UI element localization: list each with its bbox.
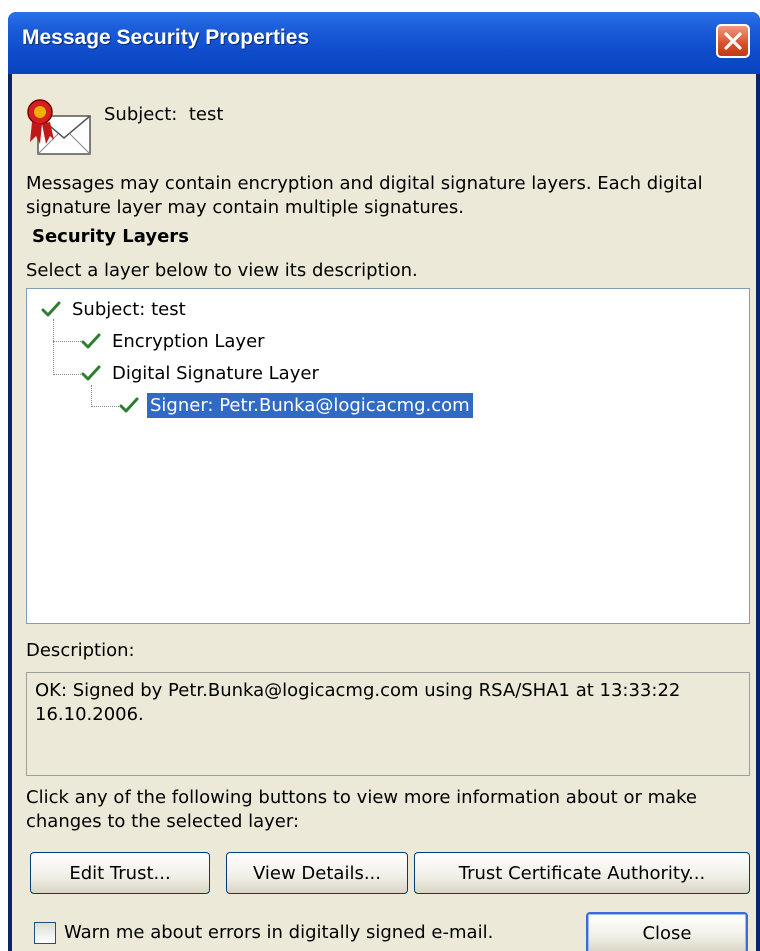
tree-node-label: Subject: test — [72, 298, 186, 320]
dialog-body: Subject: test Messages may contain encry… — [12, 74, 756, 951]
checkmark-icon — [119, 397, 139, 413]
title-bar[interactable]: Message Security Properties — [8, 12, 760, 74]
subject-prefix: Subject: — [104, 104, 178, 125]
security-layers-hint: Select a layer below to view its descrip… — [26, 260, 418, 281]
checkmark-icon — [41, 301, 61, 317]
tree-connector — [53, 374, 81, 375]
description-label: Description: — [26, 640, 135, 661]
tree-node-signer[interactable]: Signer: Petr.Bunka@logicacmg.com — [119, 391, 473, 419]
subject-value: test — [188, 104, 224, 125]
security-layers-tree[interactable]: Subject: test Encryption Layer Digital S… — [26, 288, 750, 624]
tree-node-encryption[interactable]: Encryption Layer — [81, 327, 268, 355]
tree-connector — [53, 319, 54, 375]
edit-trust-button[interactable]: Edit Trust... — [30, 852, 210, 894]
window-title: Message Security Properties — [22, 26, 310, 49]
view-details-button[interactable]: View Details... — [226, 852, 408, 894]
checkmark-icon — [81, 365, 101, 381]
security-layers-heading: Security Layers — [32, 226, 189, 247]
tree-node-label: Signer: Petr.Bunka@logicacmg.com — [147, 392, 473, 418]
tree-connector — [91, 385, 92, 407]
warn-errors-label[interactable]: Warn me about errors in digitally signed… — [64, 922, 493, 943]
signed-envelope-icon — [27, 99, 91, 155]
window-close-button[interactable] — [716, 24, 750, 58]
subject-line: Subject: test — [104, 104, 223, 125]
tree-node-digital-signature[interactable]: Digital Signature Layer — [81, 359, 322, 387]
description-text: OK: Signed by Petr.Bunka@logicacmg.com u… — [26, 672, 750, 776]
tree-connector — [91, 406, 119, 407]
checkmark-icon — [81, 333, 101, 349]
trust-certificate-authority-button[interactable]: Trust Certificate Authority... — [414, 852, 750, 894]
tree-connector — [53, 341, 81, 342]
close-button[interactable]: Close — [586, 912, 748, 951]
intro-text: Messages may contain encryption and digi… — [26, 173, 703, 218]
tree-node-label: Encryption Layer — [112, 330, 265, 352]
close-icon — [724, 32, 742, 50]
tree-node-label: Digital Signature Layer — [112, 362, 319, 384]
dialog-window: Message Security Properties Subject: tes… — [8, 12, 760, 951]
tree-node-subject[interactable]: Subject: test — [41, 295, 189, 323]
actions-hint: Click any of the following buttons to vi… — [26, 787, 698, 832]
warn-errors-checkbox[interactable] — [34, 922, 56, 944]
